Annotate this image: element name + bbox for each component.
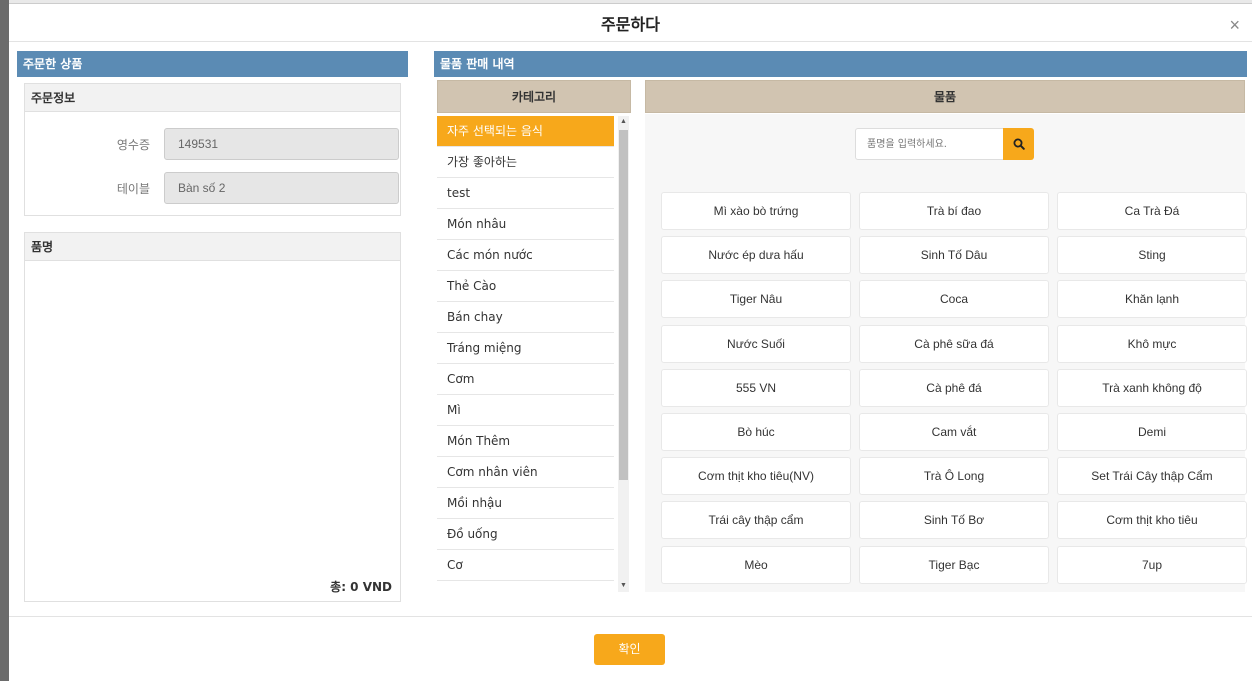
scroll-thumb[interactable] bbox=[619, 130, 628, 480]
search-button[interactable] bbox=[1003, 128, 1034, 160]
receipt-field[interactable]: 149531 bbox=[164, 128, 399, 160]
product-area: Mì xào bò trứngTrà bí đaoCa Trà Đá Nước é… bbox=[645, 114, 1247, 592]
ordered-items-header: 주문한 상품 bbox=[17, 51, 408, 77]
table-label: 테이블 bbox=[116, 182, 150, 196]
table-row: 테이블 Bàn số 2 bbox=[25, 172, 400, 204]
category-item[interactable]: Tráng miệng bbox=[437, 333, 614, 364]
product-button[interactable]: Trà xanh không độ bbox=[1057, 368, 1247, 407]
category-item[interactable]: Cơm bbox=[437, 364, 614, 395]
order-total: 총: 0 VND bbox=[330, 580, 392, 594]
product-button[interactable]: Tiger Nâu bbox=[661, 280, 851, 319]
item-list-box: 품명 총: 0 VND bbox=[24, 232, 401, 602]
product-button[interactable]: Mèo bbox=[661, 545, 851, 584]
scroll-down-icon[interactable]: ▼ bbox=[618, 580, 629, 592]
product-button[interactable]: Coca bbox=[859, 280, 1049, 319]
product-button[interactable]: Khăn lạnh bbox=[1057, 280, 1247, 319]
sales-history-header: 물품 판매 내역 bbox=[434, 51, 1247, 77]
category-item[interactable]: Mồi nhậu bbox=[437, 488, 614, 519]
product-button[interactable]: Tiger Bạc bbox=[859, 545, 1049, 584]
scroll-up-icon[interactable]: ▲ bbox=[618, 116, 629, 128]
product-button[interactable]: Sinh Tố Bơ bbox=[859, 501, 1049, 540]
receipt-label: 영수증 bbox=[116, 138, 150, 152]
product-button[interactable]: Nước ép dưa hấu bbox=[661, 236, 851, 275]
product-button[interactable]: Khô mực bbox=[1057, 324, 1247, 363]
product-header: 물품 bbox=[645, 80, 1245, 113]
search-icon bbox=[1013, 138, 1025, 150]
product-button[interactable]: Bò húc bbox=[661, 413, 851, 451]
category-item[interactable]: Cơ bbox=[437, 550, 614, 581]
product-button[interactable]: Nước Suối bbox=[661, 324, 851, 363]
category-item[interactable]: Các món nước bbox=[437, 240, 614, 271]
product-button[interactable]: Ca Trà Đá bbox=[1057, 192, 1247, 230]
table-field[interactable]: Bàn số 2 bbox=[164, 172, 399, 204]
item-list-title: 품명 bbox=[25, 233, 400, 261]
product-button[interactable]: Trà Ô Long bbox=[859, 457, 1049, 496]
product-button[interactable]: Cơm thịt kho tiêu bbox=[1057, 501, 1247, 540]
product-search-input[interactable] bbox=[855, 128, 1005, 160]
category-item[interactable]: Đồ uống bbox=[437, 519, 614, 550]
category-item[interactable]: Mì bbox=[437, 395, 614, 426]
category-item[interactable]: Thẻ Cào bbox=[437, 271, 614, 302]
category-header: 카테고리 bbox=[437, 80, 631, 113]
category-item[interactable]: 자주 선택되는 음식 bbox=[437, 116, 614, 147]
modal-header: 주문하다 × bbox=[9, 4, 1252, 42]
product-button[interactable]: Demi bbox=[1057, 413, 1247, 451]
product-button[interactable]: 555 VN bbox=[661, 368, 851, 407]
category-item[interactable]: Món nhâu bbox=[437, 209, 614, 240]
category-item[interactable]: Cơm nhân viên bbox=[437, 457, 614, 488]
product-button[interactable]: Sting bbox=[1057, 236, 1247, 275]
category-item[interactable]: Bán chay bbox=[437, 302, 614, 333]
product-button[interactable]: Trà bí đao bbox=[859, 192, 1049, 230]
category-item[interactable]: test bbox=[437, 178, 614, 209]
receipt-row: 영수증 149531 bbox=[25, 128, 400, 160]
product-button[interactable]: Mì xào bò trứng bbox=[661, 192, 851, 230]
footer-divider bbox=[9, 616, 1252, 617]
order-info-title: 주문정보 bbox=[25, 84, 400, 112]
order-modal: 주문하다 × 주문한 상품 주문정보 영수증 149531 테이블 Bàn số… bbox=[9, 3, 1252, 681]
product-button[interactable]: Cam vắt bbox=[859, 413, 1049, 451]
order-info-box: 주문정보 영수증 149531 테이블 Bàn số 2 bbox=[24, 83, 401, 216]
product-button[interactable]: Trái cây thập cẩm bbox=[661, 501, 851, 540]
category-list: 자주 선택되는 음식 가장 좋아하는 test Món nhâu Các món nướ… bbox=[437, 116, 618, 592]
product-button[interactable]: 7up bbox=[1057, 545, 1247, 584]
page-backdrop bbox=[0, 0, 9, 681]
product-button[interactable]: Cà phê sữa đá bbox=[859, 324, 1049, 363]
product-button[interactable]: Cà phê đá bbox=[859, 368, 1049, 407]
category-scrollbar[interactable]: ▲ ▼ bbox=[618, 116, 629, 592]
product-button[interactable]: Cơm thịt kho tiêu(NV) bbox=[661, 457, 851, 496]
category-item[interactable]: 가장 좋아하는 bbox=[437, 147, 614, 178]
close-icon[interactable]: × bbox=[1229, 16, 1240, 34]
product-button[interactable]: Set Trái Cây thập Cẩm bbox=[1057, 457, 1247, 496]
confirm-button[interactable]: 확인 bbox=[594, 634, 665, 665]
product-button[interactable]: Sinh Tố Dâu bbox=[859, 236, 1049, 275]
category-item[interactable]: Món Thêm bbox=[437, 426, 614, 457]
modal-title: 주문하다 bbox=[601, 15, 660, 34]
